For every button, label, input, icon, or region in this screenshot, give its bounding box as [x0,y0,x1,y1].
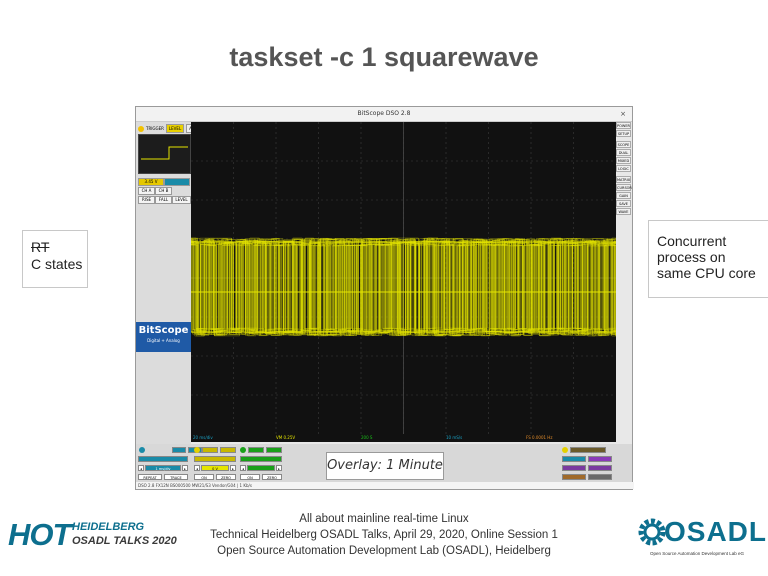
ch-b-on-button[interactable]: ON [240,474,260,480]
status-frequency: FS 0.0001 Hz [526,435,553,440]
slide-title: taskset -c 1 squarewave [229,42,539,72]
timebase-chip-1[interactable] [172,447,186,453]
close-icon[interactable]: × [620,107,626,121]
ch-b-up-icon[interactable]: ▸ [276,465,282,471]
mode-button-column: POWER SETUP SCOPE DUAL MIXED LOGIC MATRI… [616,122,632,222]
fall-button[interactable]: FALL [155,196,172,204]
ch-b-zero-button[interactable]: ZERO [262,474,282,480]
ch-a-chip-2[interactable] [220,447,236,453]
osadl-tagline: Open Source Automation Development Lab e… [650,551,745,556]
rt-label: RT [31,239,50,255]
right-chip-5[interactable] [588,465,612,471]
ch-b-led-icon [240,447,246,453]
osadl-logo: OSADL Open Source Automation Development… [636,510,766,562]
dual-button[interactable]: DUAL [616,149,631,156]
note-line-3: same CPU core [657,265,756,281]
osadl-gear-icon [638,518,666,546]
gain-button[interactable]: GAIN [616,192,631,199]
overlay-duration-label: Overlay: 1 Minute [326,452,444,480]
ch-b-bar[interactable] [240,456,282,462]
waveform-overlay [191,237,616,337]
ch-a-button[interactable]: CH A [138,187,155,195]
oscilloscope-display[interactable] [191,122,616,434]
logic-button[interactable]: LOGIC [616,165,631,172]
ch-b-button[interactable]: CH B [155,187,172,195]
mixed-button[interactable]: MIXED [616,157,631,164]
trace-button[interactable]: TRACE [164,474,188,480]
ch-a-down-icon[interactable]: ◂ [194,465,200,471]
cursor-button[interactable]: CURSOR [616,184,632,191]
ch-a-chip-1[interactable] [202,447,218,453]
ch-a-bar[interactable] [194,456,236,462]
right-chip-1[interactable] [570,447,606,453]
rt-cstates-note: RT C states [22,230,88,288]
setup-button[interactable]: SETUP [616,130,631,137]
scope-status-bar: 20 ms/div VM 0.25V 200 S 10 mS/s FS 0.00… [191,434,616,442]
trigger-value-display[interactable]: 3.45 V [138,178,164,186]
scope-button[interactable]: SCOPE [616,141,631,148]
level-button[interactable]: LEVEL [172,196,191,204]
timebase-led-icon [139,447,145,453]
right-led-icon [562,447,568,453]
status-samples: 200 S [361,435,373,440]
status-voltage: VM 0.25V [276,435,296,440]
right-chip-7[interactable] [588,474,612,480]
save-button[interactable]: SAVE [616,200,631,207]
trigger-label: TRIGGER [146,125,164,131]
right-chip-3[interactable] [588,456,612,462]
ch-a-zero-button[interactable]: ZERO [216,474,236,480]
concurrent-process-note: Concurrent process on same CPU core [648,220,768,298]
repeat-button[interactable]: REPEAT [138,474,162,480]
status-timebase: 20 ms/div [193,435,213,440]
wave-button[interactable]: WAVE [616,208,631,215]
bottom-status-strip: DSO 2.8 FX12N BS000500 MW21/S3 Vendor/G0… [136,482,634,489]
timebase-bar[interactable] [138,456,188,462]
timebase-down-icon[interactable]: ◂ [138,465,144,471]
power-button[interactable]: POWER [616,122,631,129]
ch-b-chip-2[interactable] [266,447,282,453]
trigger-panel: TRIGGER LEVEL AUTO 3.45 V CH A CH B RISE… [136,122,204,449]
logo-text: BitScope [138,325,189,336]
trigger-channel-display[interactable] [164,178,190,186]
cstates-label: C states [31,256,83,272]
bitscope-window[interactable]: BitScope DSO 2.8 × TRIGGER LEVEL AUTO 3.… [135,106,634,490]
trigger-mode-button[interactable]: LEVEL [165,124,185,133]
right-chip-6[interactable] [562,474,586,480]
trigger-led-icon [138,125,144,132]
matrix-button[interactable]: MATRIX [616,176,631,183]
osadl-wordmark: OSADL [664,516,767,547]
note-line-1: Concurrent [657,233,727,249]
bitscope-logo: BitScope Digital + Analog [136,322,191,352]
timebase-up-icon[interactable]: ▸ [182,465,188,471]
ch-b-down-icon[interactable]: ◂ [240,465,246,471]
logo-subtext: Digital + Analog [147,338,180,343]
timebase-value[interactable]: 1 ms/div [145,465,181,471]
window-title: BitScope DSO 2.8 [357,110,411,117]
right-chip-4[interactable] [562,465,586,471]
ch-a-offset[interactable]: 0 V [201,465,229,471]
ch-b-chip-1[interactable] [248,447,264,453]
rise-button[interactable]: RISE [138,196,155,204]
status-rate: 10 mS/s [446,435,463,440]
ch-a-on-button[interactable]: ON [194,474,214,480]
waveform-canvas[interactable] [191,122,616,434]
ch-a-up-icon[interactable]: ▸ [230,465,236,471]
trigger-preview [138,134,191,174]
ch-b-offset[interactable] [247,465,275,471]
ch-a-led-icon [194,447,200,453]
note-line-2: process on [657,249,726,265]
right-chip-2[interactable] [562,456,586,462]
window-titlebar[interactable]: BitScope DSO 2.8 × [136,107,632,122]
